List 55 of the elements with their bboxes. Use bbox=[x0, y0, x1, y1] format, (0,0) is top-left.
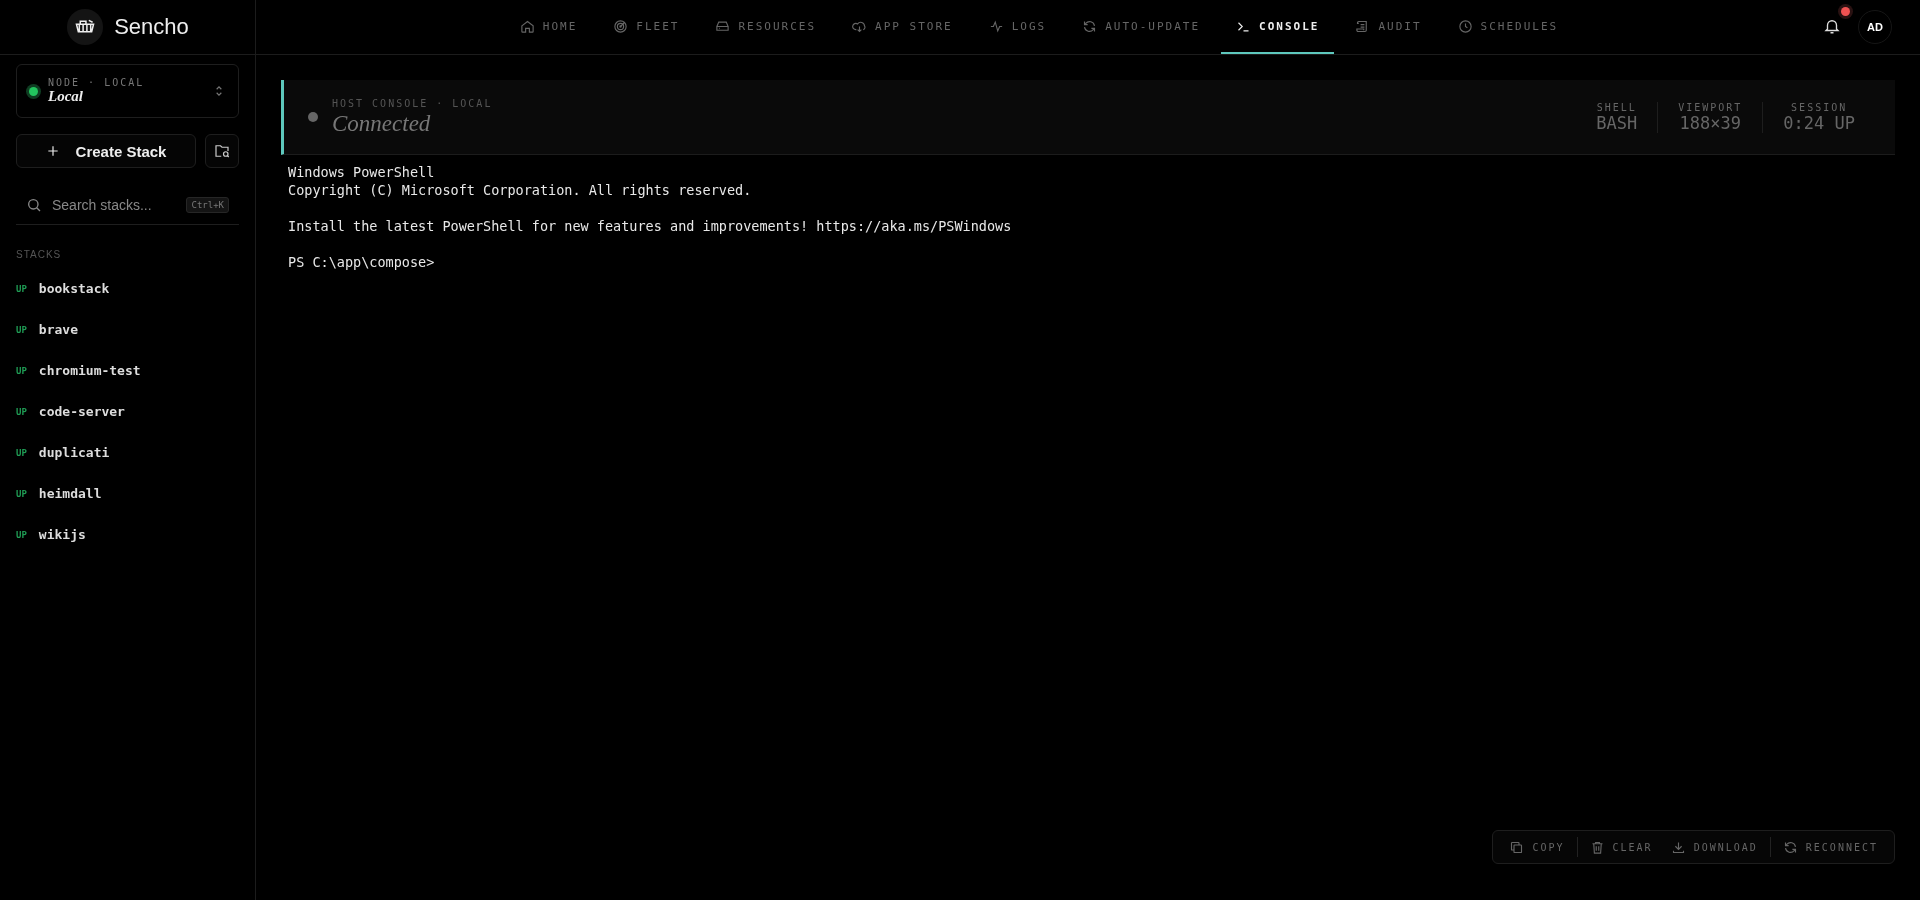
console-caption: HOST CONSOLE · LOCAL bbox=[332, 97, 494, 109]
stat-label: VIEWPORT bbox=[1678, 101, 1743, 113]
radar-icon bbox=[613, 18, 629, 34]
folder-search-icon bbox=[213, 142, 231, 160]
create-stack-button[interactable]: Create Stack bbox=[16, 134, 196, 168]
shortcut-hint: Ctrl+K bbox=[186, 197, 229, 213]
stack-item[interactable]: UP brave bbox=[0, 309, 255, 350]
plus-icon bbox=[45, 144, 60, 158]
drive-icon bbox=[715, 18, 731, 34]
copy-icon bbox=[1509, 839, 1525, 855]
brand-name: Sencho bbox=[114, 14, 189, 40]
nav-tab[interactable]: RESOURCES bbox=[700, 0, 832, 54]
nav-tab[interactable]: HOME bbox=[504, 0, 593, 54]
node-name: Local bbox=[48, 88, 84, 105]
search-icon bbox=[26, 197, 42, 213]
terminal-line: Install the latest PowerShell for new features and improvements! https://aka.ms/PSWindows bbox=[288, 218, 1012, 234]
action-button[interactable]: CLEAR bbox=[1583, 837, 1659, 857]
pulse-icon bbox=[988, 18, 1004, 34]
stack-item[interactable]: UP heimdall bbox=[0, 473, 255, 514]
nav-tab[interactable]: AUTO-UPDATE bbox=[1067, 0, 1216, 54]
stack-item[interactable]: UP wikijs bbox=[0, 514, 255, 555]
refresh-icon bbox=[1782, 839, 1798, 855]
stat-label: SHELL bbox=[1596, 101, 1637, 113]
clock-icon bbox=[1457, 18, 1473, 34]
stack-item[interactable]: UP chromium-test bbox=[0, 350, 255, 391]
action-button[interactable]: COPY bbox=[1503, 837, 1571, 857]
node-caption: NODE · LOCAL bbox=[48, 77, 146, 88]
stack-item[interactable]: UP code-server bbox=[0, 391, 255, 432]
stack-item[interactable]: UP bookstack bbox=[0, 268, 255, 309]
user-avatar[interactable]: AD bbox=[1858, 10, 1892, 44]
nav-tab[interactable]: FLEET bbox=[598, 0, 695, 54]
connection-status: Connected bbox=[332, 110, 432, 137]
stat-value: 188×39 bbox=[1679, 112, 1741, 133]
stat-value: 0:24 UP bbox=[1783, 112, 1855, 133]
stack-item[interactable]: UP duplicati bbox=[0, 432, 255, 473]
refresh-icon bbox=[1082, 18, 1098, 34]
action-button[interactable]: DOWNLOAD bbox=[1664, 837, 1764, 857]
action-button[interactable]: RECONNECT bbox=[1776, 837, 1884, 857]
section-heading: STACKS bbox=[16, 249, 63, 260]
terminal-line: PS C:\app\compose> bbox=[288, 254, 435, 270]
status-dot bbox=[308, 112, 318, 122]
nav-tab[interactable]: CONSOLE bbox=[1221, 0, 1335, 54]
bell-icon bbox=[1823, 17, 1841, 35]
stat-label: SESSION bbox=[1791, 101, 1848, 113]
terminal-line: Windows PowerShell bbox=[288, 164, 435, 180]
terminal-line: Copyright (C) Microsoft Corporation. All rights reserved. bbox=[288, 182, 752, 198]
search-field[interactable]: Search stacks... bbox=[50, 196, 179, 214]
node-selector[interactable]: NODE · LOCAL Local bbox=[16, 64, 239, 118]
nav-tab[interactable]: AUDIT bbox=[1340, 0, 1437, 54]
nav-tab[interactable]: APP STORE bbox=[837, 0, 968, 54]
home-icon bbox=[519, 18, 535, 34]
stat-value: BASH bbox=[1596, 112, 1638, 133]
folder-search-button[interactable] bbox=[205, 134, 239, 168]
nav-tab[interactable]: SCHEDULES bbox=[1442, 0, 1574, 54]
nav-tab[interactable]: LOGS bbox=[973, 0, 1062, 54]
